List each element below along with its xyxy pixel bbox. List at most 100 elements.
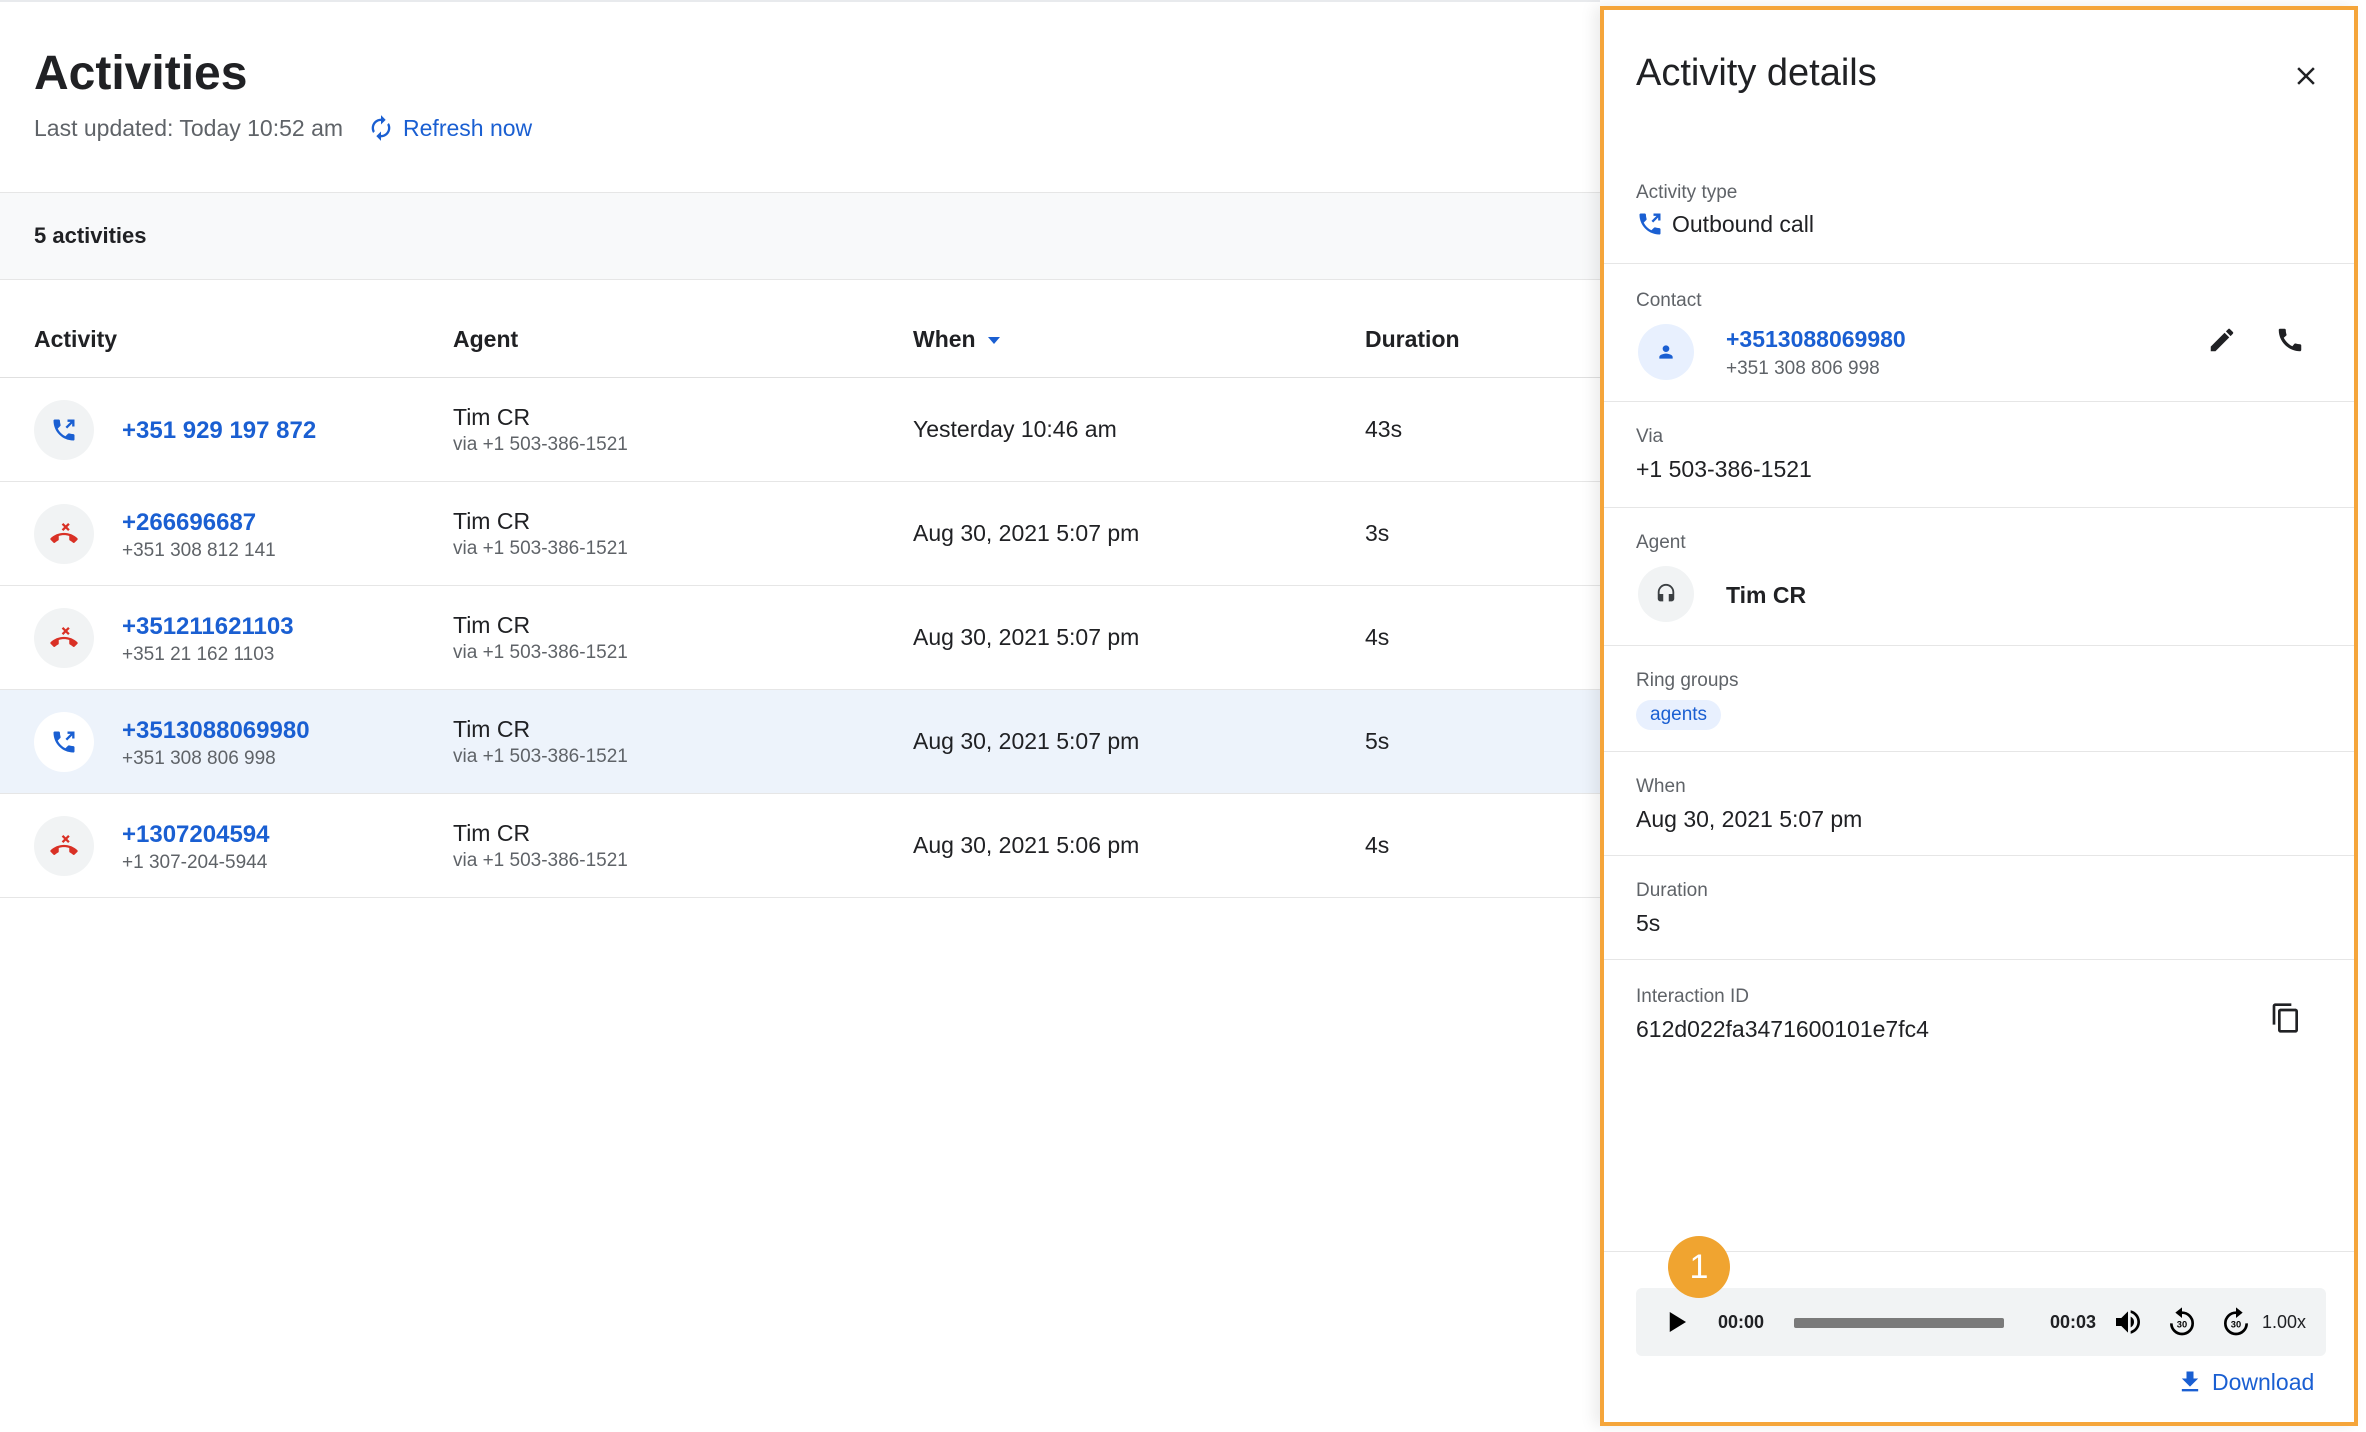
table-row[interactable]: +266696687 +351 308 812 141 Tim CR via +1 5… — [0, 482, 1600, 586]
activity-cell: +351 929 197 872 — [122, 416, 316, 446]
page-title: Activities — [34, 47, 248, 100]
outbound-call-icon — [34, 712, 94, 772]
column-header-activity: Activity — [34, 326, 118, 352]
refresh-now-label: Refresh now — [403, 114, 533, 141]
duration-cell: 3s — [1365, 520, 1390, 546]
copy-interaction-id-button[interactable] — [2264, 996, 2308, 1040]
forward-30-icon: 30 — [2224, 1307, 2248, 1336]
close-panel-button[interactable] — [2286, 56, 2326, 96]
when-cell: Yesterday 10:46 am — [913, 416, 1117, 442]
call-contact-button[interactable] — [2270, 320, 2310, 360]
missed-call-icon — [34, 816, 94, 876]
refresh-now-button[interactable]: Refresh now — [367, 114, 532, 142]
ring-group-chip: agents — [1636, 700, 1722, 730]
when-section: When Aug 30, 2021 5:07 pm — [1604, 752, 2354, 856]
agent-section: Agent Tim CR — [1604, 508, 2354, 646]
forward-30-button[interactable]: 30 — [2216, 1302, 2256, 1342]
copy-icon — [2272, 1003, 2298, 1033]
activity-table-body: +351 929 197 872 Tim CR via +1 503-386-152… — [0, 378, 1600, 898]
sort-descending-icon[interactable] — [986, 335, 1002, 345]
via-value: +1 503-386-1521 — [1636, 456, 1812, 482]
agent-name: Tim CR — [1726, 582, 1807, 608]
contact-avatar — [1638, 324, 1694, 380]
headset-icon — [1657, 583, 1675, 602]
agent-via: via +1 503-386-1521 — [453, 434, 628, 455]
activity-number-link[interactable]: +351 929 197 872 — [122, 416, 316, 446]
contact-section: Contact +3513088069980 +351 308 806 998 — [1604, 264, 2354, 402]
agent-via: via +1 503-386-1521 — [453, 642, 628, 663]
activity-type-label: Activity type — [1636, 182, 1738, 203]
table-row[interactable]: +351211621103 +351 21 162 1103 Tim CR via +… — [0, 586, 1600, 690]
activity-cell: +3513088069980 +351 308 806 998 — [122, 716, 310, 772]
update-status-row: Last updated: Today 10:52 am Refresh now — [34, 112, 532, 144]
table-row[interactable]: +351 929 197 872 Tim CR via +1 503-386-152… — [0, 378, 1600, 482]
agent-via: via +1 503-386-1521 — [453, 538, 628, 559]
agent-cell: Tim CR via +1 503-386-1521 — [453, 506, 628, 562]
agent-cell: Tim CR via +1 503-386-1521 — [453, 818, 628, 874]
playback-speed-button[interactable]: 1.00x — [2262, 1312, 2306, 1333]
column-header-duration: Duration — [1365, 326, 1460, 352]
when-cell: Aug 30, 2021 5:07 pm — [913, 520, 1140, 546]
edit-contact-button[interactable] — [2202, 320, 2242, 360]
duration-cell: 4s — [1365, 832, 1390, 858]
activity-cell: +266696687 +351 308 812 141 — [122, 508, 276, 564]
activity-number-link[interactable]: +3513088069980 — [122, 716, 310, 746]
total-time: 00:03 — [2050, 1312, 2097, 1332]
phone-icon — [2278, 328, 2302, 352]
ring-groups-label: Ring groups — [1636, 670, 1739, 691]
svg-text:30: 30 — [2177, 1319, 2187, 1329]
activities-page: Activities Last updated: Today 10:52 am … — [0, 0, 1600, 1432]
svg-text:30: 30 — [2231, 1319, 2241, 1329]
volume-button[interactable] — [2108, 1304, 2148, 1340]
step-badge: 1 — [1668, 1236, 1730, 1298]
activity-count-bar: 5 activities — [0, 192, 1600, 280]
column-header-when[interactable]: When — [913, 326, 1002, 353]
activity-number-link[interactable]: +266696687 — [122, 508, 276, 538]
via-section: Via +1 503-386-1521 — [1604, 402, 2354, 508]
agent-name: Tim CR — [453, 612, 531, 638]
interaction-id-section: Interaction ID 612d022fa3471600101e7fc4 — [1604, 960, 2354, 1252]
download-button[interactable]: Download — [2176, 1368, 2314, 1396]
agent-via: via +1 503-386-1521 — [453, 850, 628, 871]
when-cell: Aug 30, 2021 5:07 pm — [913, 728, 1140, 754]
column-header-agent: Agent — [453, 326, 519, 352]
activity-number-link[interactable]: +351211621103 — [122, 612, 294, 642]
activity-type-section: Activity type Outbound call — [1604, 160, 2354, 264]
agent-cell: Tim CR via +1 503-386-1521 — [453, 610, 628, 666]
agent-name: Tim CR — [453, 508, 531, 534]
playback-progress-bar[interactable] — [1794, 1318, 2004, 1328]
download-label: Download — [2212, 1368, 2315, 1395]
outbound-call-icon — [34, 400, 94, 460]
rewind-30-button[interactable]: 30 — [2162, 1302, 2202, 1342]
refresh-icon — [371, 115, 391, 141]
table-row[interactable]: +3513088069980 +351 308 806 998 Tim CR via … — [0, 690, 1600, 794]
download-icon — [2181, 1371, 2199, 1392]
contact-label: Contact — [1636, 290, 1702, 311]
panel-title: Activity details — [1636, 52, 1877, 94]
duration-cell: 5s — [1365, 728, 1390, 754]
activity-number-link[interactable]: +1307204594 — [122, 820, 270, 850]
interaction-id-label: Interaction ID — [1636, 986, 1749, 1007]
play-icon — [1669, 1312, 1686, 1332]
duration-cell: 4s — [1365, 624, 1390, 650]
interaction-id-value: 612d022fa3471600101e7fc4 — [1636, 1016, 1929, 1042]
activity-type-value: Outbound call — [1672, 210, 1814, 237]
agent-label: Agent — [1636, 532, 1686, 553]
missed-call-icon — [34, 608, 94, 668]
table-header: Activity Agent When Duration — [0, 302, 1600, 378]
rewind-30-icon: 30 — [2170, 1307, 2194, 1336]
last-updated-text: Last updated: Today 10:52 am — [34, 114, 344, 141]
ring-groups-section: Ring groups agents — [1604, 646, 2354, 752]
activity-cell: +351211621103 +351 21 162 1103 — [122, 612, 294, 668]
agent-cell: Tim CR via +1 503-386-1521 — [453, 402, 628, 458]
table-row[interactable]: +1307204594 +1 307-204-5944 Tim CR via +1 5… — [0, 794, 1600, 898]
duration-section: Duration 5s — [1604, 856, 2354, 960]
audio-player: 00:00 00:03 30 30 1.00x — [1636, 1288, 2326, 1356]
outbound-call-icon — [1639, 213, 1661, 235]
pencil-icon — [2210, 328, 2234, 352]
duration-cell: 43s — [1365, 416, 1403, 442]
agent-avatar — [1638, 566, 1694, 622]
contact-number-link[interactable]: +3513088069980 — [1726, 326, 1906, 353]
activity-cell: +1307204594 +1 307-204-5944 — [122, 820, 270, 876]
play-button[interactable] — [1658, 1304, 1694, 1340]
